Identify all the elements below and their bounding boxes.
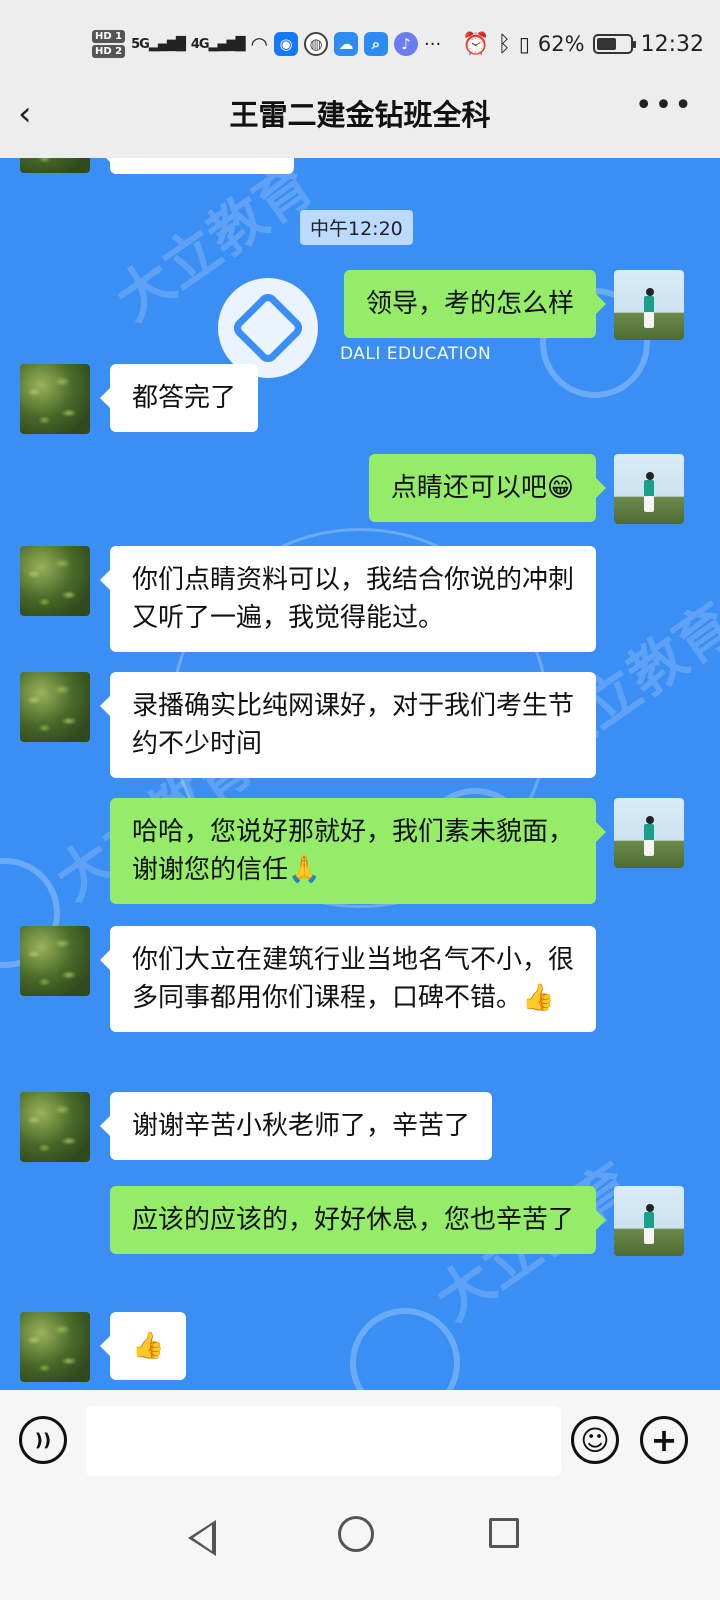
message-bubble-in[interactable]: 谢谢辛苦小秋老师了，辛苦了 xyxy=(99,1092,493,1160)
message-text: 哈哈，您说好那就好，我们素未貌面，谢谢您的信任 xyxy=(132,817,575,885)
contact-avatar[interactable] xyxy=(20,158,90,173)
message-text: 你们点睛资料可以，我结合你说的冲刺又听了一遍，我觉得能过。 xyxy=(132,565,575,633)
message-bubble-in[interactable]: 你们大立在建筑行业当地名气不小，很多同事都用你们课程，口碑不错。👍 xyxy=(100,926,596,1032)
input-bar: )) ☺ + xyxy=(0,1390,720,1490)
pray-emoji: 🙏 xyxy=(288,855,321,885)
battery-percent: 62% xyxy=(537,32,585,56)
nav-recents-icon[interactable] xyxy=(489,1518,519,1548)
alarm-icon: ⏰ xyxy=(462,31,490,57)
overflow-icon: ··· xyxy=(424,33,442,55)
smiley-icon[interactable]: ☺ xyxy=(571,1416,619,1464)
message-bubble-in[interactable]: 👍 xyxy=(99,1312,187,1380)
wifi-icon: ◠ xyxy=(250,32,268,56)
grin-emoji: 😁 xyxy=(546,473,574,503)
search-app-icon: ⌕ xyxy=(364,32,388,56)
message-input[interactable] xyxy=(86,1406,561,1476)
my-avatar[interactable] xyxy=(614,1186,684,1256)
message-text: 你们大立在建筑行业当地名气不小，很多同事都用你们课程，口碑不错。 xyxy=(132,945,575,1013)
bulb-app-icon: ◉ xyxy=(274,32,298,56)
status-left-icons: HD 1 HD 2 5G▂▄▆█ 4G▂▄▆█ ◠ ◉ ◍ ☁ ⌕ ♪ ··· xyxy=(92,24,441,64)
dali-logo-icon xyxy=(218,278,318,378)
my-avatar[interactable] xyxy=(614,454,684,524)
voice-icon[interactable]: )) xyxy=(19,1416,67,1464)
clock-time: 12:32 xyxy=(640,31,704,57)
title-bar: ‹ 王雷二建金钻班全科 ••• xyxy=(0,70,720,158)
logo-diamond-icon xyxy=(229,289,307,367)
message-bubble-in[interactable]: 你们点睛资料可以，我结合你说的冲刺又听了一遍，我觉得能过。 xyxy=(100,546,596,652)
bluetooth-icon: ᛒ xyxy=(497,31,511,57)
message-text: 应该的应该的，好好休息，您也辛苦了 xyxy=(132,1205,575,1235)
battery-icon xyxy=(592,34,636,54)
battery-fill xyxy=(596,38,617,50)
globe-app-icon: ◍ xyxy=(304,32,328,56)
chat-area[interactable]: 大立教育 大立教育 大立教育 大立教育 DALI EDUCATION 中午12:… xyxy=(0,158,720,1418)
net2-label: 4G xyxy=(190,36,210,52)
thumbs-up-emoji: 👍 xyxy=(132,1331,165,1361)
contact-avatar[interactable] xyxy=(20,364,90,434)
contact-avatar[interactable] xyxy=(20,546,90,616)
nav-back-icon[interactable] xyxy=(188,1520,216,1556)
signal-4g-icon: 4G▂▄▆█ xyxy=(190,36,246,52)
contact-avatar[interactable] xyxy=(20,1092,90,1162)
nav-home-icon[interactable] xyxy=(338,1516,374,1552)
message-text: 点睛还可以吧 xyxy=(390,473,547,503)
message-text: 领导，考的怎么样 xyxy=(365,289,574,319)
message-text: 谢谢辛苦小秋老师了，辛苦了 xyxy=(132,1111,471,1141)
my-avatar[interactable] xyxy=(614,270,684,340)
system-nav-bar xyxy=(0,1490,720,1600)
more-dots-icon[interactable]: ••• xyxy=(635,88,694,123)
sim2-label: HD 2 xyxy=(92,45,126,58)
contact-avatar[interactable] xyxy=(20,672,90,742)
status-right-icons: ⏰ ᛒ ▯ 62% 12:32 xyxy=(462,24,704,64)
chat-title: 王雷二建金钻班全科 xyxy=(229,98,491,132)
message-text: 都答完了 xyxy=(132,383,237,413)
thumbs-up-emoji: 👍 xyxy=(522,983,555,1013)
net1-label: 5G xyxy=(131,36,150,52)
plus-icon[interactable]: + xyxy=(640,1416,688,1464)
message-bubble-in[interactable]: 录播确实比纯网课好，对于我们考生节约不少时间 xyxy=(100,672,596,778)
message-bubble-out[interactable]: 领导，考的怎么样 xyxy=(343,270,607,338)
partial-message-bubble[interactable] xyxy=(100,158,294,174)
signal-5g-icon: 5G▂▄▆█ xyxy=(131,36,186,52)
sim1-label: HD 1 xyxy=(92,30,126,43)
brand-watermark: DALI EDUCATION xyxy=(340,344,492,364)
message-bubble-out[interactable]: 点睛还可以吧😁 xyxy=(368,454,607,522)
my-avatar[interactable] xyxy=(614,798,684,868)
message-text: 录播确实比纯网课好，对于我们考生节约不少时间 xyxy=(132,691,575,759)
message-timestamp: 中午12:20 xyxy=(300,210,413,245)
music-app-icon: ♪ xyxy=(394,32,418,56)
contact-avatar[interactable] xyxy=(20,1312,90,1382)
message-bubble-out[interactable]: 应该的应该的，好好休息，您也辛苦了 xyxy=(110,1186,606,1254)
cloud-app-icon: ☁ xyxy=(334,32,358,56)
vibrate-icon: ▯ xyxy=(518,32,530,56)
message-bubble-in[interactable]: 都答完了 xyxy=(99,364,259,432)
sim-indicators: HD 1 HD 2 xyxy=(92,30,126,58)
message-bubble-out[interactable]: 哈哈，您说好那就好，我们素未貌面，谢谢您的信任🙏 xyxy=(110,798,606,904)
contact-avatar[interactable] xyxy=(20,926,90,996)
